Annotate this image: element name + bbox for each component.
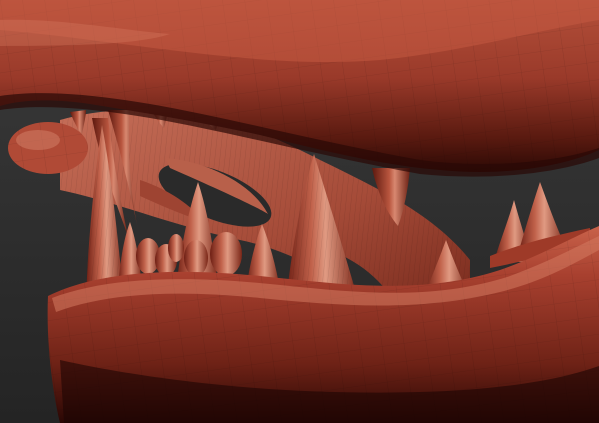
left-lip-pad bbox=[8, 122, 88, 174]
creature-mouth-render bbox=[0, 0, 599, 423]
sculpt-viewport[interactable] bbox=[0, 0, 599, 423]
